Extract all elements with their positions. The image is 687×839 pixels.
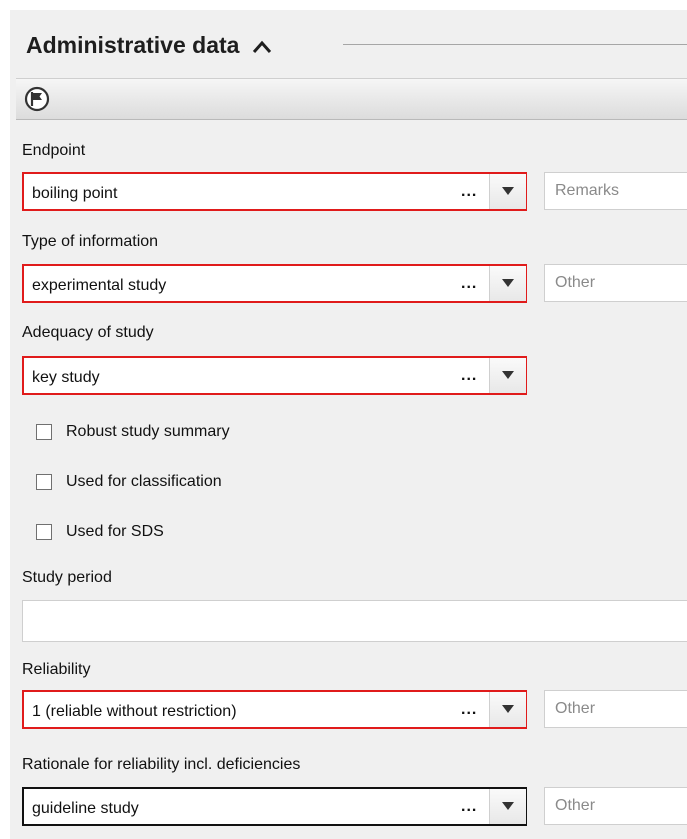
adequacy-more-button[interactable]: ... xyxy=(461,367,477,385)
endpoint-select[interactable]: boiling point ... xyxy=(22,172,527,211)
study-period-label: Study period xyxy=(22,569,112,586)
endpoint-more-button[interactable]: ... xyxy=(461,183,477,201)
remarks-placeholder: Remarks xyxy=(555,182,620,199)
other-placeholder: Other xyxy=(555,274,596,291)
triangle-down-icon xyxy=(502,187,514,195)
used-for-classification-label: Used for classification xyxy=(66,473,222,490)
rationale-label: Rationale for reliability incl. deficien… xyxy=(22,756,301,773)
other-placeholder: Other xyxy=(555,700,596,717)
used-for-classification-checkbox[interactable] xyxy=(36,474,52,490)
triangle-down-icon xyxy=(502,802,514,810)
used-for-sds-checkbox[interactable] xyxy=(36,524,52,540)
rationale-other-field[interactable]: Other xyxy=(544,787,687,825)
type-of-information-value: experimental study xyxy=(32,277,167,294)
robust-study-summary-label: Robust study summary xyxy=(66,423,230,440)
section-divider xyxy=(343,44,687,45)
triangle-down-icon xyxy=(502,705,514,713)
section-title: Administrative data xyxy=(26,32,240,58)
adequacy-select[interactable]: key study ... xyxy=(22,356,527,395)
used-for-sds-label: Used for SDS xyxy=(66,523,164,540)
type-of-information-dropdown-button[interactable] xyxy=(489,266,526,301)
section-header[interactable]: Administrative data xyxy=(26,32,272,60)
reliability-more-button[interactable]: ... xyxy=(461,701,477,719)
endpoint-remarks-field[interactable]: Remarks xyxy=(544,172,687,210)
reliability-other-field[interactable]: Other xyxy=(544,690,687,728)
endpoint-value: boiling point xyxy=(32,185,118,202)
toolbar xyxy=(16,78,687,120)
endpoint-label: Endpoint xyxy=(22,142,86,159)
rationale-more-button[interactable]: ... xyxy=(461,798,477,816)
rationale-dropdown-button[interactable] xyxy=(489,789,526,824)
triangle-down-icon xyxy=(502,279,514,287)
reliability-value: 1 (reliable without restriction) xyxy=(32,703,237,720)
other-placeholder: Other xyxy=(555,797,596,814)
type-of-information-label: Type of information xyxy=(22,233,159,250)
adequacy-label: Adequacy of study xyxy=(22,324,154,341)
chevron-up-icon[interactable] xyxy=(252,33,272,60)
adequacy-dropdown-button[interactable] xyxy=(489,358,526,393)
reliability-select[interactable]: 1 (reliable without restriction) ... xyxy=(22,690,527,729)
study-period-input[interactable] xyxy=(22,600,687,642)
flag-icon[interactable] xyxy=(24,86,50,117)
type-of-information-select[interactable]: experimental study ... xyxy=(22,264,527,303)
endpoint-dropdown-button[interactable] xyxy=(489,174,526,209)
reliability-dropdown-button[interactable] xyxy=(489,692,526,727)
type-of-information-other-field[interactable]: Other xyxy=(544,264,687,302)
triangle-down-icon xyxy=(502,371,514,379)
type-of-information-more-button[interactable]: ... xyxy=(461,275,477,293)
rationale-select[interactable]: guideline study ... xyxy=(22,787,527,826)
reliability-label: Reliability xyxy=(22,661,91,678)
robust-study-summary-checkbox[interactable] xyxy=(36,424,52,440)
adequacy-value: key study xyxy=(32,369,100,386)
rationale-value: guideline study xyxy=(32,800,139,817)
